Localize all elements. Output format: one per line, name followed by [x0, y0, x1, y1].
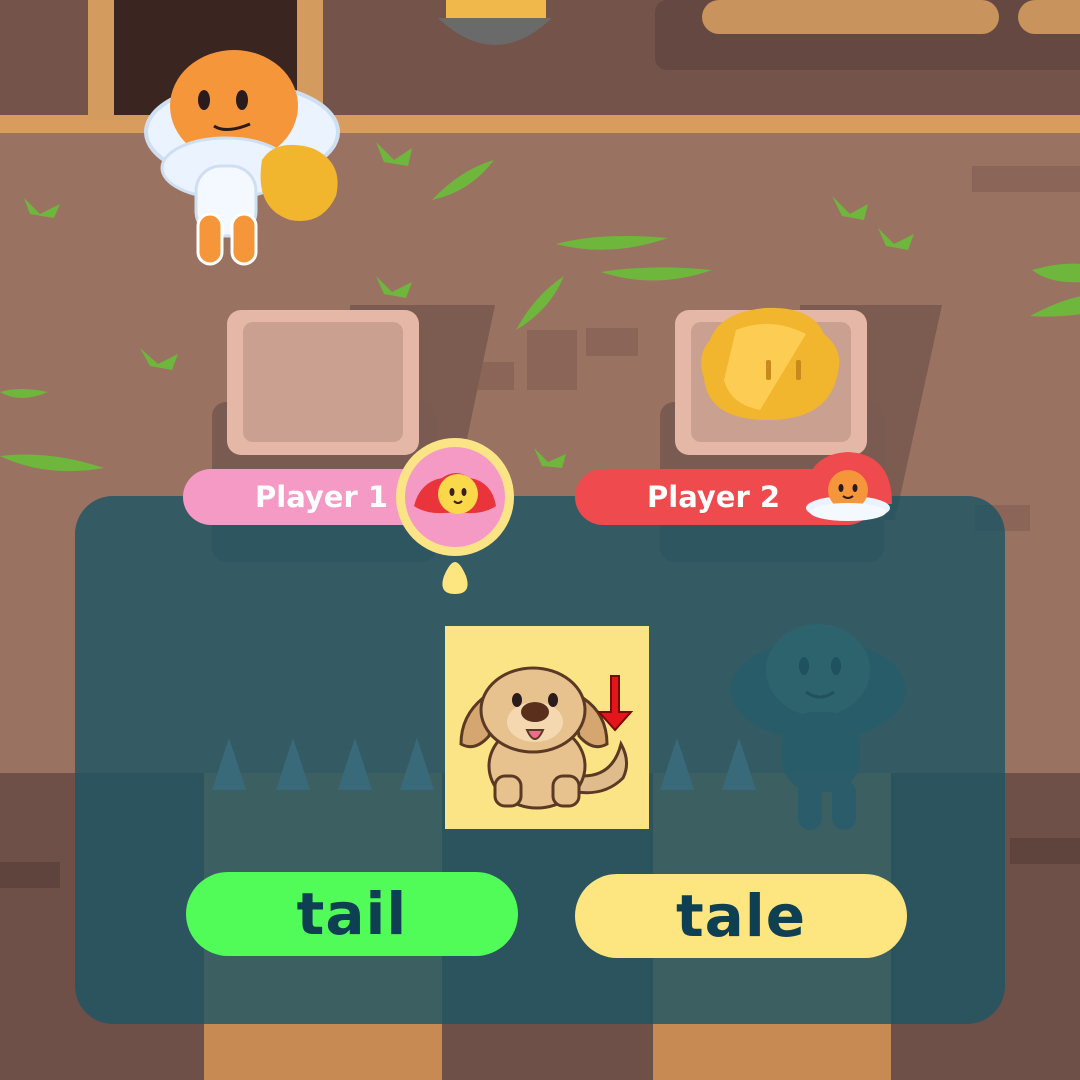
answer-button-tale[interactable]: tale — [575, 874, 907, 958]
player-2-label: Player 2 — [647, 480, 781, 514]
prompt-image-card — [445, 626, 649, 829]
answer-label-tail: tail — [296, 880, 408, 948]
red-hooded-player-icon — [405, 447, 505, 547]
player-1-avatar — [396, 438, 514, 556]
player-2-avatar — [800, 446, 896, 526]
player-1-label: Player 1 — [255, 480, 389, 514]
orange-cloud-player-icon — [804, 452, 892, 521]
answer-label-tale: tale — [675, 882, 807, 950]
answer-button-tail[interactable]: tail — [186, 872, 518, 956]
dog-with-tail-arrow-icon — [459, 666, 634, 810]
active-player-indicator — [442, 562, 468, 594]
